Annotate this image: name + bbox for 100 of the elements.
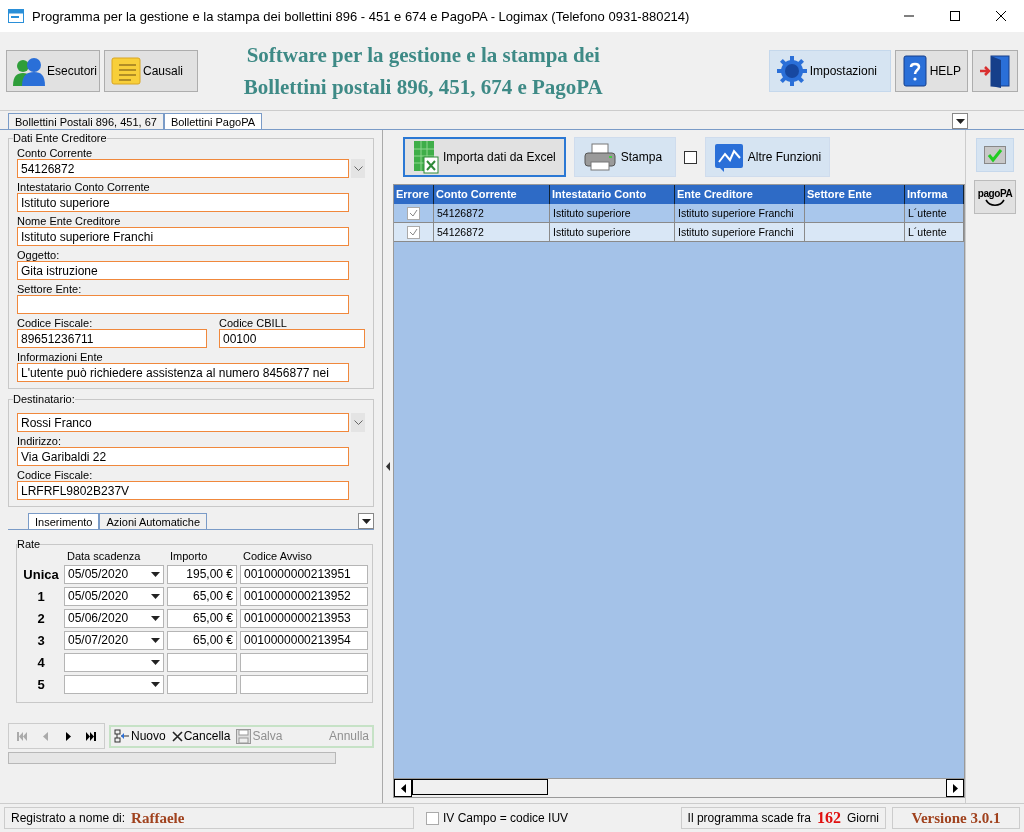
code-field[interactable]: 0010000000213951 — [240, 565, 368, 584]
amount-field[interactable]: 195,00 € — [167, 565, 237, 584]
days-label: Giorni — [847, 811, 879, 825]
table-cell: L´utente — [905, 223, 964, 242]
code-field[interactable] — [240, 675, 368, 694]
scrollbar-thumb[interactable] — [412, 779, 548, 795]
row-label: 4 — [36, 655, 46, 670]
help-button[interactable]: HELP — [894, 50, 968, 92]
code-field[interactable] — [240, 653, 368, 672]
field-label: Codice CBILL — [219, 317, 288, 329]
grid-row[interactable]: 54126872 Istituto superiore Istituto superiore Franchi L´utente — [394, 223, 964, 242]
maximize-icon — [950, 11, 960, 21]
combo-field[interactable]: 54126872 — [17, 159, 349, 178]
tab[interactable]: Bollettini Postali 896, 451, 67 — [8, 113, 164, 129]
amount-field[interactable] — [167, 675, 237, 694]
text-field[interactable]: LRFRFL9802B237V — [17, 481, 349, 500]
text-field[interactable]: 89651236711 — [17, 329, 207, 348]
version-label: Versione 3.0.1 — [892, 807, 1020, 829]
column-header: Data scadenza — [66, 550, 142, 562]
date-picker[interactable]: 05/05/2020 — [64, 565, 164, 584]
caret-icon — [151, 682, 160, 687]
print-button[interactable]: Stampa — [573, 137, 676, 177]
executors-button[interactable]: Esecutori — [6, 50, 100, 92]
dropdown-button[interactable] — [351, 413, 365, 432]
tab-list-dropdown[interactable] — [952, 113, 968, 129]
text-field[interactable]: Istituto superiore Franchi — [17, 227, 349, 246]
more-functions-button[interactable]: Altre Funzioni — [704, 137, 831, 177]
table-cell: 54126872 — [434, 223, 550, 242]
delete-button[interactable]: Cancella — [171, 729, 231, 743]
settings-button[interactable]: Impostazioni — [768, 50, 891, 92]
table-cell: Istituto superiore Franchi — [675, 223, 805, 242]
text-field[interactable]: 00100 — [219, 329, 365, 348]
amount-field[interactable]: 65,00 € — [167, 587, 237, 606]
scroll-right-button[interactable] — [946, 779, 964, 797]
checkbox[interactable] — [407, 206, 420, 220]
dropdown-button[interactable] — [351, 159, 365, 178]
field-label: Nome Ente Creditore — [17, 215, 122, 227]
field-label: Intestatario Conto Corrente — [17, 181, 151, 193]
grid-row[interactable]: 54126872 Istituto superiore Istituto superiore Franchi L´utente — [394, 204, 964, 223]
checkmark-icon — [984, 146, 1006, 164]
amount-field[interactable] — [167, 653, 237, 672]
text-field[interactable]: Istituto superiore — [17, 193, 349, 212]
checkmark-icon — [409, 228, 418, 236]
people-icon — [13, 56, 45, 86]
text-field[interactable] — [17, 295, 349, 314]
tab-list-dropdown[interactable] — [358, 513, 374, 529]
tab[interactable]: Inserimento — [28, 513, 100, 529]
date-picker[interactable] — [64, 653, 164, 672]
text-field[interactable]: Gita istruzione — [17, 261, 349, 280]
amount-field[interactable]: 65,00 € — [167, 609, 237, 628]
amount-field[interactable]: 65,00 € — [167, 631, 237, 650]
date-picker[interactable]: 05/05/2020 — [64, 587, 164, 606]
date-value: 05/07/2020 — [68, 632, 129, 649]
new-record-icon — [114, 729, 130, 743]
field-label: Oggetto: — [17, 249, 61, 261]
confirm-button[interactable] — [976, 138, 1014, 172]
field-label: Settore Ente: — [17, 283, 83, 295]
checkbox[interactable] — [683, 150, 697, 164]
tab[interactable]: Azioni Automatiche — [99, 513, 208, 529]
checkbox[interactable] — [426, 811, 439, 825]
notepad-icon — [111, 56, 141, 86]
column-header: Codice Avviso — [242, 550, 313, 562]
exit-door-icon — [979, 54, 1011, 88]
date-picker[interactable] — [64, 675, 164, 694]
text-field[interactable]: Via Garibaldi 22 — [17, 447, 349, 466]
registered-name: Raffaele — [131, 809, 185, 827]
combo-field[interactable]: Rossi Franco — [17, 413, 349, 432]
reasons-button[interactable]: Causali — [104, 50, 198, 92]
group-title: Dati Ente Creditore — [13, 132, 107, 144]
caret-icon — [151, 638, 160, 643]
chevron-down-icon — [353, 419, 363, 426]
exit-button[interactable] — [972, 50, 1018, 92]
text-field[interactable]: L'utente può richiedere assistenza al numero 8456877 nei — [17, 363, 349, 382]
field-label: Conto Corrente — [17, 147, 94, 159]
row-label: Unica — [22, 567, 60, 582]
code-field[interactable]: 0010000000213952 — [240, 587, 368, 606]
code-field[interactable]: 0010000000213953 — [240, 609, 368, 628]
field-label: Indirizzo: — [17, 435, 63, 447]
first-record-icon — [17, 731, 27, 741]
days-count: 162 — [817, 809, 841, 827]
previous-record-icon — [42, 731, 48, 741]
caret-icon — [955, 118, 965, 124]
import-excel-button[interactable]: Importa dati da Excel — [403, 137, 566, 177]
checkbox[interactable] — [407, 225, 420, 239]
code-field[interactable]: 0010000000213954 — [240, 631, 368, 650]
tab[interactable]: Bollettini PagoPA — [163, 113, 263, 129]
pagopa-button[interactable]: pagoPA — [974, 180, 1016, 214]
delete-icon — [171, 730, 183, 742]
new-button[interactable]: Nuovo — [114, 729, 166, 743]
date-picker[interactable]: 05/06/2020 — [64, 609, 164, 628]
date-value: 05/06/2020 — [68, 610, 129, 627]
row-label: 1 — [36, 589, 46, 604]
scroll-left-button[interactable] — [394, 779, 412, 797]
settings-icon — [775, 55, 808, 87]
chevron-down-icon — [353, 165, 363, 172]
row-label: 3 — [36, 633, 46, 648]
date-picker[interactable]: 05/07/2020 — [64, 631, 164, 650]
printer-icon — [582, 142, 617, 172]
help-book-icon — [901, 55, 928, 87]
close-icon — [996, 11, 1006, 21]
